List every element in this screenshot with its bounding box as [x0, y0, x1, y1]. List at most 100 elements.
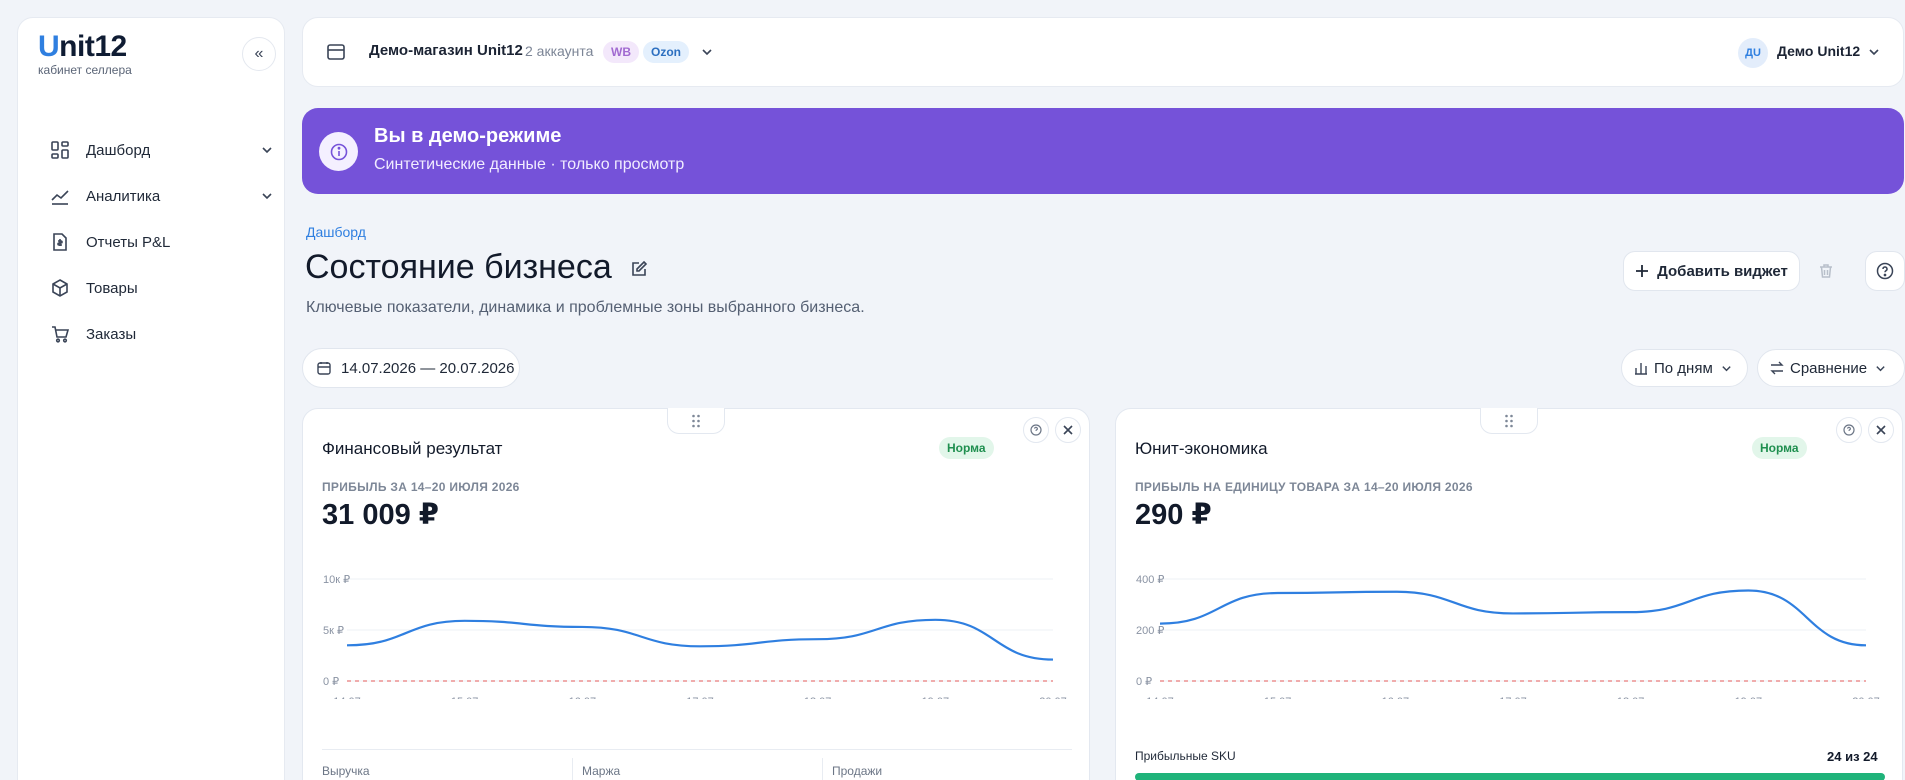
- bar-chart-icon: [1635, 363, 1647, 375]
- page-description: Ключевые показатели, динамика и проблемн…: [306, 299, 865, 316]
- x-tick-label: 17.07: [686, 696, 714, 699]
- sidebar-item-label: Аналитика: [86, 187, 161, 205]
- logo-letter: U: [38, 30, 60, 63]
- user-chevron-down-icon[interactable]: [1868, 46, 1880, 58]
- footer-label-revenue: Выручка: [322, 764, 370, 778]
- sidebar-item-label: Отчеты P&L: [86, 233, 171, 251]
- double-chevron-left-icon: «: [254, 45, 264, 62]
- grip-icon: [692, 414, 700, 427]
- sidebar-item-dashboard[interactable]: Дашборд: [50, 132, 275, 168]
- metric-value: 31 009 ₽: [322, 499, 439, 531]
- x-tick-label: 14.07: [1146, 696, 1174, 699]
- logo[interactable]: Unit12 кабинет селлера: [38, 30, 132, 78]
- x-tick-label: 15.07: [1264, 696, 1292, 699]
- metric-label: ПРИБЫЛЬ НА ЕДИНИЦУ ТОВАРА ЗА 14–20 ИЮЛЯ …: [1135, 480, 1473, 494]
- question-icon: [1030, 424, 1042, 436]
- report-icon: [50, 232, 70, 252]
- x-tick-label: 14.07: [333, 696, 361, 699]
- drag-handle[interactable]: [667, 408, 725, 434]
- y-tick-label: 400 ₽: [1136, 574, 1164, 586]
- top-header: Демо-магазин Unit12 2 аккаунта WB Ozon Д…: [302, 17, 1904, 87]
- profitable-sku-label: Прибыльные SKU: [1135, 749, 1236, 763]
- footer-label-sales: Продажи: [832, 764, 883, 778]
- collapse-sidebar-button[interactable]: «: [242, 37, 276, 71]
- question-icon: [1876, 262, 1894, 280]
- x-tick-label: 19.07: [1735, 696, 1763, 699]
- group-by-label: По дням: [1654, 359, 1713, 377]
- analytics-icon: [50, 186, 70, 206]
- info-icon: [319, 132, 358, 171]
- widget-title: Финансовый результат: [322, 439, 503, 458]
- sidebar-item-label: Товары: [86, 279, 138, 297]
- series-line: [1159, 589, 1867, 647]
- widget-help-button[interactable]: [1023, 417, 1049, 443]
- financial-result-widget: Финансовый результат Норма ПРИБЫЛЬ ЗА 14…: [302, 408, 1090, 780]
- status-badge: Норма: [1752, 437, 1807, 459]
- grip-icon: [1505, 414, 1513, 427]
- x-tick-label: 16.07: [569, 696, 597, 699]
- breadcrumb[interactable]: Дашборд: [306, 224, 366, 240]
- banner-subtitle: Синтетические данные · только просмотр: [374, 156, 685, 173]
- footer-divider: [822, 758, 823, 780]
- x-tick-label: 20.07: [1852, 696, 1880, 699]
- x-tick-label: 19.07: [922, 696, 950, 699]
- chevron-down-icon: [262, 193, 272, 200]
- store-icon: [327, 44, 345, 60]
- x-tick-label: 18.07: [804, 696, 832, 699]
- add-widget-button[interactable]: Добавить виджет: [1623, 251, 1800, 291]
- date-range-picker[interactable]: 14.07.2026 — 20.07.2026: [302, 348, 520, 388]
- sidebar-item-products[interactable]: Товары: [50, 270, 275, 306]
- close-icon: [1876, 425, 1886, 435]
- logo-subtitle: кабинет селлера: [38, 63, 132, 77]
- profitable-sku-value: 24 из 24: [1827, 749, 1878, 764]
- help-button[interactable]: [1865, 251, 1905, 291]
- widget-close-button[interactable]: [1868, 417, 1894, 443]
- metric-label: ПРИБЫЛЬ ЗА 14–20 ИЮЛЯ 2026: [322, 480, 520, 494]
- sidebar-item-pnl-reports[interactable]: Отчеты P&L: [50, 224, 275, 260]
- marketplace-tag-wb: WB: [603, 41, 639, 63]
- footer-label-margin: Маржа: [582, 764, 621, 778]
- y-tick-label: 5к ₽: [323, 625, 344, 637]
- sidebar-item-label: Заказы: [86, 325, 137, 343]
- widget-close-button[interactable]: [1055, 417, 1081, 443]
- delete-button[interactable]: [1809, 254, 1843, 288]
- unit-economics-widget: Юнит-экономика Норма ПРИБЫЛЬ НА ЕДИНИЦУ …: [1115, 408, 1903, 780]
- x-tick-label: 20.07: [1039, 696, 1067, 699]
- trash-icon: [1820, 264, 1832, 278]
- compare-dropdown[interactable]: Сравнение: [1757, 349, 1905, 387]
- x-tick-label: 18.07: [1617, 696, 1645, 699]
- store-name[interactable]: Демо-магазин Unit12: [369, 42, 523, 59]
- sidebar-item-analytics[interactable]: Аналитика: [50, 178, 275, 214]
- edit-icon[interactable]: [630, 260, 648, 278]
- profitable-sku-progress: [1135, 773, 1885, 780]
- footer-divider: [572, 758, 573, 780]
- date-range-label: 14.07.2026 — 20.07.2026: [341, 359, 515, 377]
- box-icon: [50, 278, 70, 298]
- drag-handle[interactable]: [1480, 408, 1538, 434]
- plus-icon: [1636, 265, 1649, 277]
- logo-text: nit12: [59, 30, 127, 63]
- demo-banner: Вы в демо-режиме Синтетические данные · …: [302, 108, 1904, 194]
- profit-line-chart: 10к ₽ 5к ₽ 0 ₽ 14.07 15.07 16.07 17.07 18.07 19.…: [323, 574, 1067, 699]
- dashboard-icon: [50, 140, 70, 160]
- avatar[interactable]: ДU: [1738, 38, 1768, 68]
- close-icon: [1063, 425, 1073, 435]
- group-by-days-dropdown[interactable]: По дням: [1621, 349, 1748, 387]
- store-chevron-down-icon[interactable]: [701, 46, 713, 58]
- compare-label: Сравнение: [1790, 359, 1868, 377]
- x-tick-label: 17.07: [1499, 696, 1527, 699]
- series-line: [346, 618, 1054, 661]
- store-accounts: 2 аккаунта: [525, 43, 594, 59]
- sidebar-item-label: Дашборд: [86, 141, 151, 159]
- marketplace-tag-ozon: Ozon: [643, 41, 689, 63]
- question-icon: [1843, 424, 1855, 436]
- widget-title: Юнит-экономика: [1135, 439, 1268, 458]
- widget-footer: Выручка Маржа Продажи: [322, 749, 1072, 780]
- y-tick-label: 200 ₽: [1136, 625, 1164, 637]
- sidebar-item-orders[interactable]: Заказы: [50, 316, 275, 352]
- add-widget-label: Добавить виджет: [1657, 262, 1788, 280]
- y-tick-label: 0 ₽: [1136, 676, 1152, 688]
- user-name[interactable]: Демо Unit12: [1777, 43, 1860, 59]
- y-tick-label: 0 ₽: [323, 676, 339, 688]
- widget-help-button[interactable]: [1836, 417, 1862, 443]
